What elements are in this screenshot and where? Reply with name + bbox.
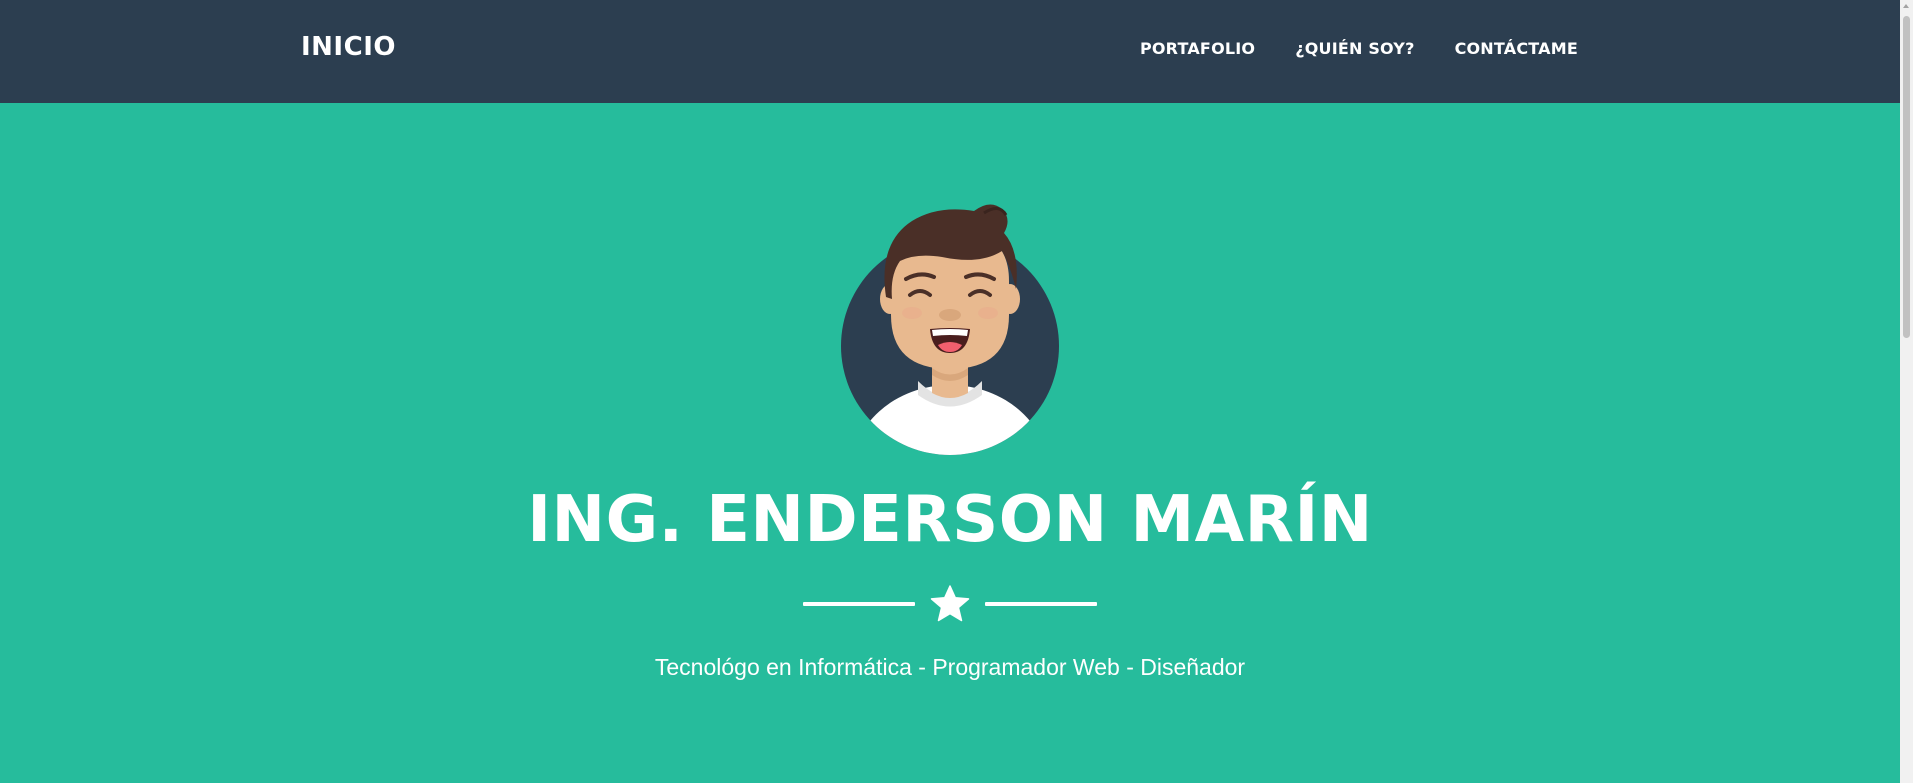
smiling-man-avatar-icon [841, 204, 1059, 455]
page-title: ING. ENDERSON MARÍN [527, 483, 1373, 557]
nav-link-portafolio[interactable]: PORTAFOLIO [1140, 39, 1255, 58]
scrollbar-thumb[interactable] [1903, 16, 1910, 338]
divider-line-right [985, 602, 1097, 606]
star-icon [930, 585, 970, 622]
subtitle: Tecnológo en Informática - Programador W… [654, 654, 1246, 680]
page-scrollbar[interactable] [1900, 0, 1913, 783]
nav-link-quien-soy[interactable]: ¿QUIÉN SOY? [1295, 39, 1414, 58]
nav-links: PORTAFOLIO ¿QUIÉN SOY? CONTÁCTAME [1140, 39, 1578, 58]
divider-line-left [803, 602, 915, 606]
masthead: ING. ENDERSON MARÍN Tecnológo en Informá… [0, 103, 1900, 783]
scroll-up-arrow-icon[interactable] [1903, 4, 1909, 8]
brand-home-link[interactable]: INICIO [301, 32, 396, 62]
nav-link-contactame[interactable]: CONTÁCTAME [1455, 39, 1578, 58]
navbar: INICIO PORTAFOLIO ¿QUIÉN SOY? CONTÁCTAME [0, 0, 1900, 103]
star-divider [803, 583, 1097, 623]
